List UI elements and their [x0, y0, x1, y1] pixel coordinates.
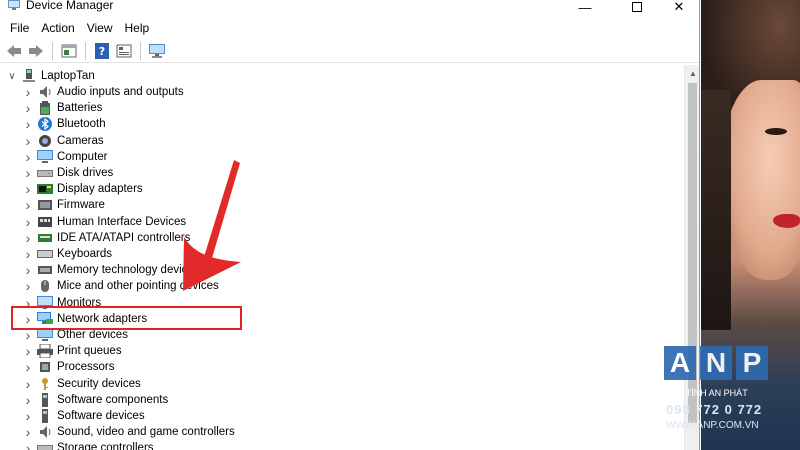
background-photo — [701, 0, 800, 450]
lips — [773, 214, 800, 228]
watermark-letter-p: P — [736, 346, 768, 380]
red-arrow-icon — [183, 160, 241, 291]
face — [721, 80, 800, 280]
watermark-tagline: MÁY TÍNH AN PHÁT — [664, 388, 748, 398]
hair-side — [701, 90, 731, 330]
watermark-letter-a: A — [664, 346, 696, 380]
watermark-phone: 098 772 0 772 — [666, 402, 763, 417]
eye — [765, 128, 787, 135]
watermark-letter-n: N — [700, 346, 732, 380]
watermark-url: WWW.ANP.COM.VN — [666, 420, 759, 431]
